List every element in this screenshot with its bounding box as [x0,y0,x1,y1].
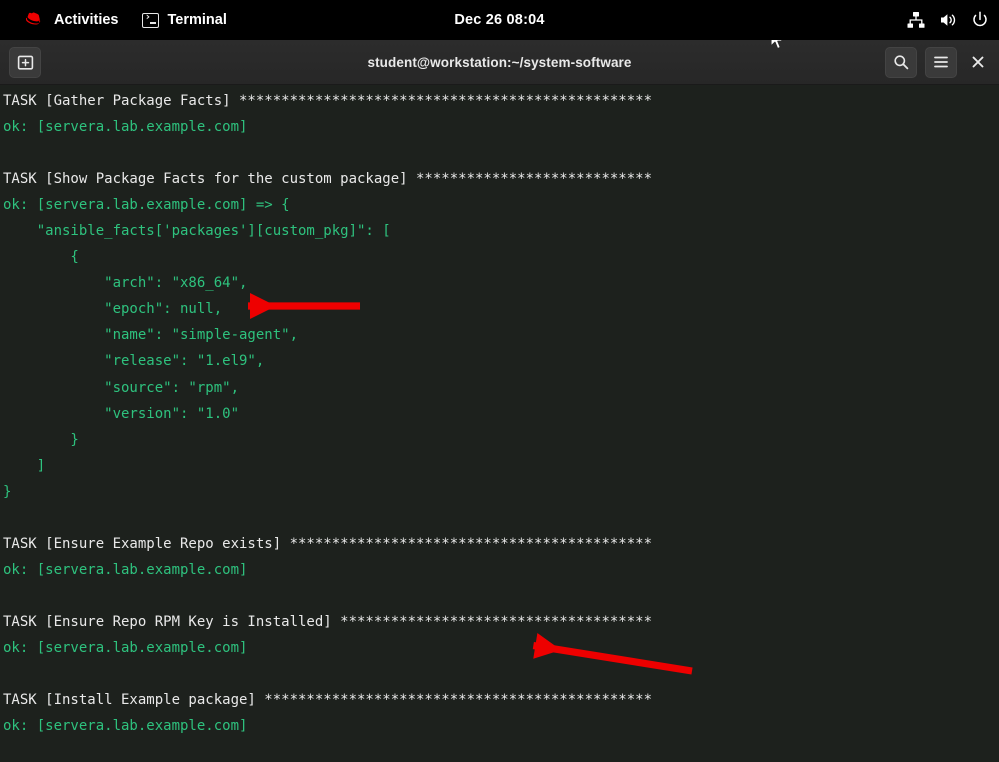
network-icon [907,11,925,29]
terminal-line: "ansible_facts['packages'][custom_pkg]":… [3,218,999,244]
terminal-line: "version": "1.0" [3,401,999,427]
terminal-line: ok: [servera.lab.example.com] [3,114,999,140]
terminal-line: ] [3,453,999,479]
terminal-text-segment: ok: [servera.lab.example.com] [3,562,247,578]
new-tab-button[interactable] [9,47,41,78]
terminal-text-segment: } [3,484,11,500]
redhat-logo-icon [26,12,46,28]
terminal-line: } [3,427,999,453]
terminal-icon [142,13,159,28]
gnome-top-bar: Activities Terminal Dec 26 08:04 [0,0,999,40]
activities-label: Activities [54,12,118,28]
terminal-line: TASK [Gather Package Facts] ************… [3,88,999,114]
terminal-line [3,583,999,609]
terminal-line: ok: [servera.lab.example.com] [3,713,999,739]
terminal-text-segment: "epoch": null, [3,301,222,317]
terminal-line: "name": "simple-agent", [3,322,999,348]
terminal-line: ok: [servera.lab.example.com] [3,635,999,661]
terminal-line: "arch": "x86_64", [3,270,999,296]
window-title-bar: student@workstation:~/system-software [0,40,999,85]
system-status-area[interactable] [907,0,989,40]
terminal-text: TASK [Gather Package Facts] ************… [3,88,999,762]
terminal-text-segment: "ansible_facts['packages'][custom_pkg]":… [3,223,391,239]
terminal-text-segment: "arch": "x86_64", [3,275,247,291]
terminal-text-segment: TASK [Show Package Facts for the custom … [3,171,652,187]
terminal-app-label: Terminal [167,12,226,28]
terminal-text-segment: "source": "rpm", [3,380,239,396]
terminal-line: "release": "1.el9", [3,348,999,374]
terminal-text-segment: "release": "1.el9", [3,353,264,369]
terminal-text-segment: ok: [servera.lab.example.com] [3,640,247,656]
terminal-line: "epoch": null, [3,296,999,322]
title-bar-actions [885,47,991,78]
terminal-text-segment: ] [3,458,45,474]
terminal-line: { [3,244,999,270]
terminal-text-segment: { [3,249,79,265]
activities-button[interactable]: Activities [14,0,130,40]
top-bar-left-group: Activities Terminal [0,0,239,40]
terminal-line: TASK [Show Package Facts for the custom … [3,166,999,192]
search-icon [893,54,909,70]
search-button[interactable] [885,47,917,78]
terminal-window-button[interactable]: Terminal [130,0,238,40]
new-tab-icon [17,54,34,71]
terminal-line: } [3,479,999,505]
window-title: student@workstation:~/system-software [0,55,999,70]
menu-button[interactable] [925,47,957,78]
terminal-line: TASK [Ensure Example Repo exists] ******… [3,531,999,557]
terminal-text-segment: ok: [servera.lab.example.com] [3,119,247,135]
terminal-line [3,661,999,687]
close-icon [971,55,985,69]
terminal-text-segment: "name": "simple-agent", [3,327,298,343]
volume-icon [939,11,957,29]
terminal-line: TASK [Ensure Repo RPM Key is Installed] … [3,609,999,635]
terminal-text-segment: TASK [Gather Package Facts] ************… [3,93,652,109]
terminal-text-segment: TASK [Install Example package] *********… [3,692,652,708]
terminal-line [3,505,999,531]
terminal-text-segment: ok: [servera.lab.example.com] => { [3,197,290,213]
close-button[interactable] [965,47,991,78]
terminal-text-segment: "version": "1.0" [3,406,239,422]
terminal-line: ok: [servera.lab.example.com] [3,557,999,583]
terminal-window: student@workstation:~/system-software [0,40,999,762]
terminal-text-segment: TASK [Ensure Repo RPM Key is Installed] … [3,614,652,630]
power-icon [971,11,989,29]
terminal-line: "source": "rpm", [3,375,999,401]
clock-datetime[interactable]: Dec 26 08:04 [454,12,544,28]
terminal-line [3,739,999,762]
screen-root: Activities Terminal Dec 26 08:04 [0,0,999,762]
terminal-line: ok: [servera.lab.example.com] => { [3,192,999,218]
terminal-text-segment: ok: [servera.lab.example.com] [3,718,247,734]
terminal-line: TASK [Install Example package] *********… [3,687,999,713]
terminal-text-segment: TASK [Ensure Example Repo exists] ******… [3,536,652,552]
terminal-line [3,140,999,166]
terminal-text-segment: } [3,432,79,448]
hamburger-menu-icon [933,55,949,69]
terminal-output-area[interactable]: TASK [Gather Package Facts] ************… [0,85,999,762]
